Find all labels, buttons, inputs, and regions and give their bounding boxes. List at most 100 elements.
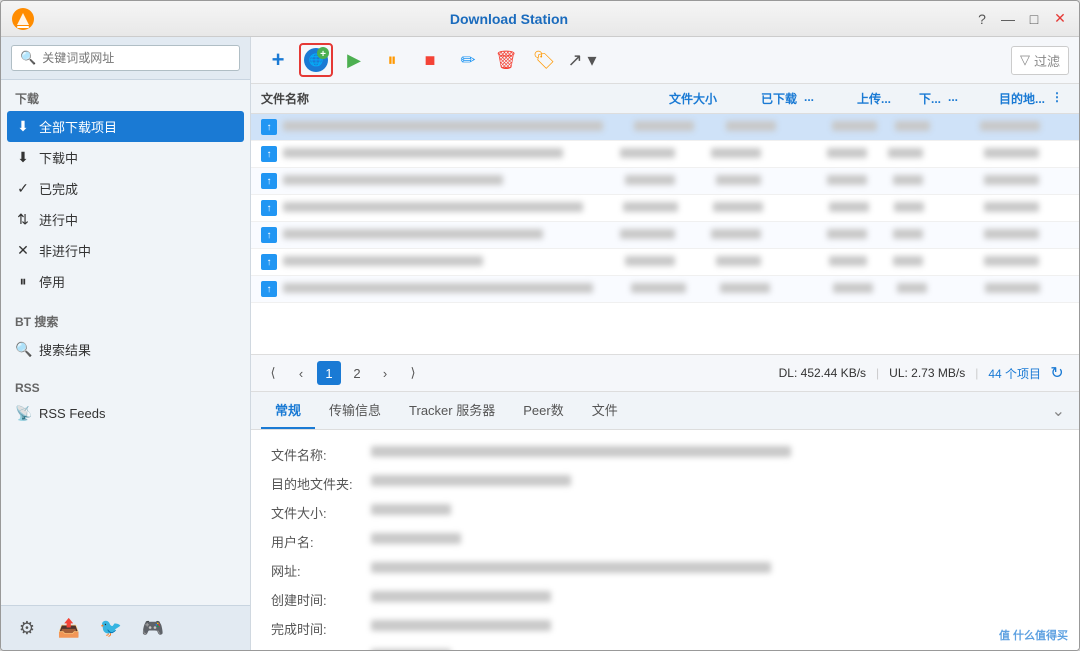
help-button[interactable]: ? xyxy=(973,10,991,28)
stop-button[interactable]: ■ xyxy=(413,43,447,77)
row-status-icon: ↑ xyxy=(261,254,277,270)
sidebar-item-label: 已完成 xyxy=(39,179,78,198)
add-url-button[interactable]: 🌐 + xyxy=(299,43,333,77)
label-filename: 文件名称: xyxy=(271,445,371,464)
detail-row-dest: 目的地文件夹: xyxy=(271,469,1059,498)
items-count: 44 个项目 xyxy=(988,365,1041,382)
search-input[interactable] xyxy=(42,51,231,65)
active-icon: ⇅ xyxy=(15,211,31,228)
title-bar: Download Station ? — □ ✕ xyxy=(1,1,1079,37)
value-username xyxy=(371,532,1059,551)
add-button[interactable]: + xyxy=(261,43,295,77)
header-dots2[interactable]: ... xyxy=(941,90,965,107)
row-status-icon: ↑ xyxy=(261,227,277,243)
row-name xyxy=(283,120,603,134)
header-size[interactable]: 文件大小 xyxy=(627,90,717,107)
sidebar-item-downloading[interactable]: ⬇ 下载中 xyxy=(1,142,250,173)
value-url xyxy=(371,561,1059,580)
sidebar-item-label: 下载中 xyxy=(39,148,78,167)
maximize-button[interactable]: □ xyxy=(1025,10,1043,28)
bird-button[interactable]: 🐦 xyxy=(95,612,127,644)
delete-button[interactable]: 🗑 xyxy=(489,43,523,77)
ul-speed: UL: 2.73 MB/s xyxy=(889,366,965,380)
page-2-button[interactable]: 2 xyxy=(345,361,369,385)
refresh-button[interactable]: ↻ xyxy=(1045,361,1069,385)
search-box[interactable]: 🔍 xyxy=(11,45,240,71)
collapse-detail-button[interactable]: ⌄ xyxy=(1048,397,1069,425)
controller-button[interactable]: 🎮 xyxy=(137,612,169,644)
pagination: ⟨ ‹ 1 2 › ⟩ DL: 452.44 KB/s | UL: 2.73 M… xyxy=(251,354,1079,391)
inactive-icon: ✕ xyxy=(15,242,31,259)
close-button[interactable]: ✕ xyxy=(1051,10,1069,28)
header-dest[interactable]: 目的地... xyxy=(965,90,1045,107)
page-prev-button[interactable]: ‹ xyxy=(289,361,313,385)
sync-button[interactable]: 📤 xyxy=(53,612,85,644)
download-all-icon: ⬇ xyxy=(15,118,31,135)
detail-content: 文件名称: 目的地文件夹: 文件大小: 用户名: xyxy=(251,430,1079,650)
watermark: 值 什么值得买 xyxy=(999,627,1068,643)
list-body: ↑ xyxy=(251,114,1079,354)
row-name xyxy=(283,201,583,215)
header-more[interactable]: ⋮ xyxy=(1045,90,1069,107)
move-button[interactable]: 🏷 xyxy=(527,43,561,77)
page-last-button[interactable]: ⟩ xyxy=(401,361,425,385)
page-next-button[interactable]: › xyxy=(373,361,397,385)
sidebar-item-completed[interactable]: ✓ 已完成 xyxy=(1,173,250,204)
sidebar-item-search-results[interactable]: 🔍 搜索结果 xyxy=(1,334,250,365)
minimize-button[interactable]: — xyxy=(999,10,1017,28)
table-row[interactable]: ↑ xyxy=(251,249,1079,276)
resume-button[interactable]: ▶ xyxy=(337,43,371,77)
value-completed xyxy=(371,619,1059,638)
table-row[interactable]: ↑ xyxy=(251,222,1079,249)
sidebar-search: 🔍 xyxy=(1,37,250,80)
value-eta xyxy=(371,648,1059,650)
table-row[interactable]: ↑ xyxy=(251,114,1079,141)
header-download[interactable]: 下... xyxy=(891,90,941,107)
sidebar-item-active[interactable]: ⇅ 进行中 xyxy=(1,204,250,235)
edit-button[interactable]: ✏ xyxy=(451,43,485,77)
page-first-button[interactable]: ⟨ xyxy=(261,361,285,385)
row-name xyxy=(283,147,579,161)
tab-tracker[interactable]: Tracker 服务器 xyxy=(395,392,509,429)
detail-row-url: 网址: xyxy=(271,556,1059,585)
page-1-button[interactable]: 1 xyxy=(317,361,341,385)
detail-row-filesize: 文件大小: xyxy=(271,498,1059,527)
tab-files[interactable]: 文件 xyxy=(578,392,632,429)
row-upload xyxy=(810,120,876,134)
filter-label: 过滤 xyxy=(1034,51,1060,70)
sidebar-item-paused[interactable]: ⏸ 停用 xyxy=(1,266,250,297)
tab-general[interactable]: 常规 xyxy=(261,392,315,429)
pause-button[interactable]: ⏸ xyxy=(375,43,409,77)
table-row[interactable]: ↑ xyxy=(251,276,1079,303)
table-row[interactable]: ↑ xyxy=(251,141,1079,168)
sidebar-item-inactive[interactable]: ✕ 非进行中 xyxy=(1,235,250,266)
label-created: 创建时间: xyxy=(271,590,371,609)
row-status-icon: ↑ xyxy=(261,200,277,216)
sidebar-section-rss: RSS 📡 RSS Feeds xyxy=(1,371,250,434)
label-eta: 预计等待时间: xyxy=(271,648,371,650)
sidebar-item-label: 进行中 xyxy=(39,210,78,229)
tab-transfer[interactable]: 传输信息 xyxy=(315,392,395,429)
sidebar-item-label: 非进行中 xyxy=(39,241,91,260)
table-row[interactable]: ↑ xyxy=(251,168,1079,195)
filter-box[interactable]: ▽ 过滤 xyxy=(1011,46,1069,75)
row-dest xyxy=(965,120,1041,134)
header-upload[interactable]: 上传... xyxy=(821,90,891,107)
header-dots1[interactable]: ... xyxy=(797,90,821,107)
label-dest: 目的地文件夹: xyxy=(271,474,371,493)
sidebar-item-all[interactable]: ⬇ 全部下载项目 xyxy=(7,111,244,142)
row-down xyxy=(883,120,930,134)
header-downloaded[interactable]: 已下载 xyxy=(717,90,797,107)
row-status-icon: ↑ xyxy=(261,146,277,162)
detail-tabs: 常规 传输信息 Tracker 服务器 Peer数 文件 ⌄ xyxy=(251,392,1079,430)
row-name xyxy=(283,228,579,242)
label-username: 用户名: xyxy=(271,532,371,551)
table-row[interactable]: ↑ xyxy=(251,195,1079,222)
settings-button[interactable]: ⚙ xyxy=(11,612,43,644)
tab-peers[interactable]: Peer数 xyxy=(509,392,577,429)
row-status-icon: ↑ xyxy=(261,173,277,189)
sidebar-item-rss-feeds[interactable]: 📡 RSS Feeds xyxy=(1,399,250,428)
header-name: 文件名称 xyxy=(261,90,627,107)
row-size xyxy=(609,120,694,134)
share-button[interactable]: ↗ ▾ xyxy=(565,43,599,77)
